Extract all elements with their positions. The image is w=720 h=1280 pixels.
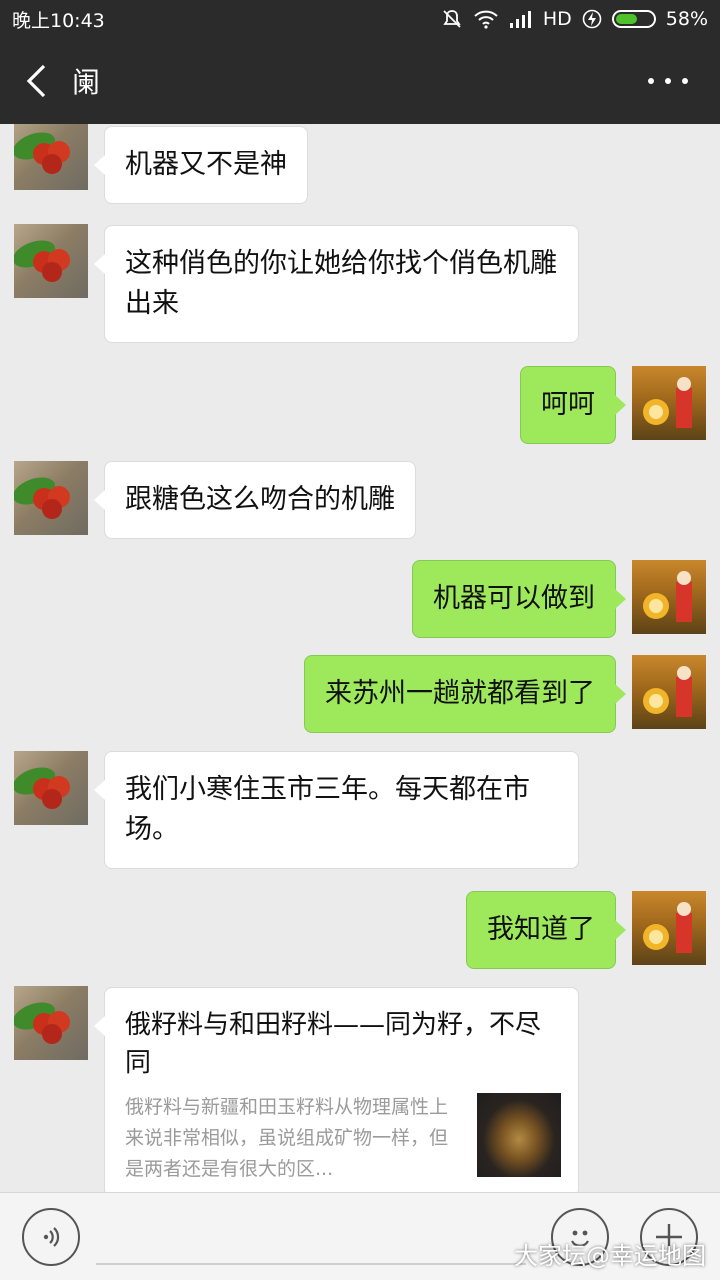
battery-icon [611, 10, 656, 28]
more-dot [648, 78, 654, 84]
my-avatar[interactable] [632, 655, 706, 729]
link-card-title: 俄籽料与和田籽料——同为籽，不尽同 [125, 1010, 542, 1078]
message-bubble-received[interactable]: 跟糖色这么吻合的机雕 [94, 461, 416, 539]
battery-fill [615, 14, 637, 24]
voice-button[interactable] [22, 1208, 80, 1266]
link-card-description: 俄籽料与新疆和田玉籽料从物理属性上来说非常相似，虽说组成矿物一样，但是两者还是有… [125, 1096, 449, 1180]
status-icons: HD 58% [441, 8, 708, 30]
wifi-icon [474, 10, 498, 29]
chat-header: 阑 [0, 38, 720, 124]
message-bubble-received[interactable]: 这种俏色的你让她给你找个俏色机雕出来 [94, 225, 579, 343]
voice-icon [43, 1227, 60, 1247]
mute-bell-icon [443, 10, 461, 28]
signal-icon [509, 11, 531, 28]
my-avatar[interactable] [632, 366, 706, 440]
message-bubble-received[interactable]: 我们小寒住玉市三年。每天都在市场。 [94, 751, 579, 869]
more-options-button[interactable] [648, 66, 688, 96]
contact-avatar[interactable] [14, 751, 88, 825]
network-label: HD [542, 8, 572, 30]
watermark: 大家坛@幸运地图 [514, 1242, 706, 1270]
message-bubble-sent[interactable]: 我知道了 [466, 891, 626, 969]
status-bar: 晚上10:43 HD 58% [0, 0, 720, 38]
message-bubble-sent[interactable]: 机器可以做到 [412, 560, 626, 638]
message-input[interactable] [96, 1263, 526, 1265]
contact-avatar[interactable] [14, 224, 88, 298]
link-card[interactable]: 俄籽料与和田籽料——同为籽，不尽同 俄籽料与新疆和田玉籽料从物理属性上来说非常相… [94, 987, 579, 1192]
my-avatar[interactable] [632, 891, 706, 965]
more-dot [665, 78, 671, 84]
chat-title: 阑 [72, 66, 101, 99]
charging-icon [582, 9, 602, 29]
chevron-left-icon [26, 64, 46, 98]
back-button[interactable] [0, 38, 72, 124]
contact-avatar[interactable] [14, 986, 88, 1060]
message-list[interactable]: 机器又不是神 这种俏色的你让她给你找个俏色机雕出来 呵呵 跟糖色这么吻合的机雕 … [0, 124, 720, 1192]
status-time: 晚上10:43 [12, 9, 105, 32]
message-bubble-sent[interactable]: 来苏州一趟就都看到了 [304, 655, 626, 733]
message-bubble-sent[interactable]: 呵呵 [520, 366, 626, 444]
message-bubble-received[interactable]: 机器又不是神 [94, 126, 308, 204]
battery-percent: 58% [665, 8, 708, 30]
link-card-thumbnail [477, 1093, 561, 1177]
contact-avatar[interactable] [14, 461, 88, 535]
my-avatar[interactable] [632, 560, 706, 634]
contact-avatar[interactable] [14, 124, 88, 190]
more-dot [682, 78, 688, 84]
